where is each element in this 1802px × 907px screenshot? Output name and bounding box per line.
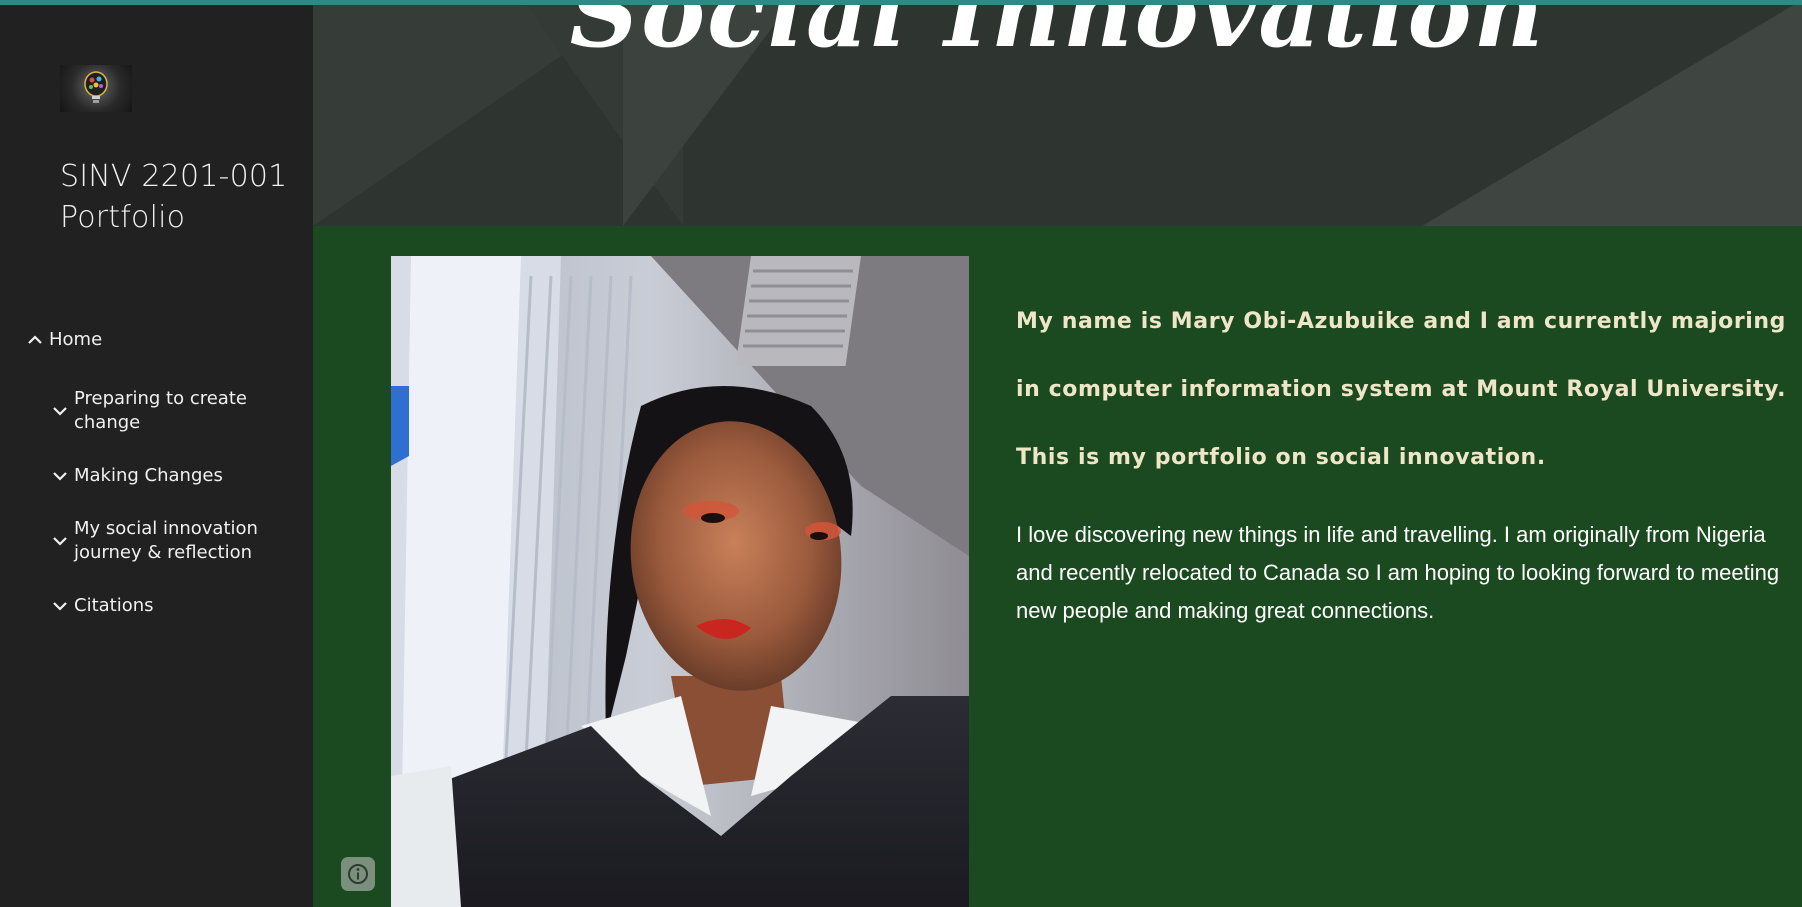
main-content: My name is Mary Obi-Azubuike and I am cu… — [313, 226, 1802, 907]
chevron-down-icon[interactable] — [49, 517, 71, 565]
intro-body-paragraph: I love discovering new things in life an… — [1016, 522, 1780, 623]
intro-bold-paragraph: My name is Mary Obi-Azubuike and I am cu… — [1016, 309, 1787, 470]
lightbulb-logo-icon — [84, 70, 108, 103]
site-title[interactable]: SINV 2201-001 Portfolio — [60, 156, 290, 238]
portrait-photo-image — [391, 256, 969, 907]
nav-label-home: Home — [49, 329, 103, 350]
nav-label-making-changes: Making Changes — [74, 465, 223, 486]
page-title: Social Innovation — [569, 0, 1546, 69]
site-logo[interactable] — [60, 65, 132, 112]
nav-label-social-innovation-journey: My social innovation journey & reflectio… — [74, 518, 258, 563]
chevron-down-icon[interactable] — [49, 464, 71, 488]
hero-banner: Social Innovation — [313, 0, 1802, 226]
nav-item-home[interactable]: Home — [24, 328, 239, 352]
sidebar: SINV 2201-001 Portfolio Home Preparing t… — [0, 0, 313, 907]
nav-item-citations[interactable]: Citations — [49, 594, 264, 618]
info-icon[interactable] — [347, 863, 369, 885]
nav-label-citations: Citations — [74, 595, 154, 616]
chevron-up-icon[interactable] — [24, 328, 46, 352]
portrait-photo — [391, 256, 969, 907]
top-accent-line — [0, 0, 1802, 5]
nav-item-making-changes[interactable]: Making Changes — [49, 464, 264, 488]
nav-label-preparing-to-create-change: Preparing to create change — [74, 388, 247, 433]
chevron-down-icon[interactable] — [49, 387, 71, 435]
nav-item-preparing-to-create-change[interactable]: Preparing to create change — [49, 387, 264, 435]
info-button[interactable] — [341, 857, 375, 891]
chevron-down-icon[interactable] — [49, 594, 71, 618]
nav-item-social-innovation-journey[interactable]: My social innovation journey & reflectio… — [49, 517, 264, 565]
